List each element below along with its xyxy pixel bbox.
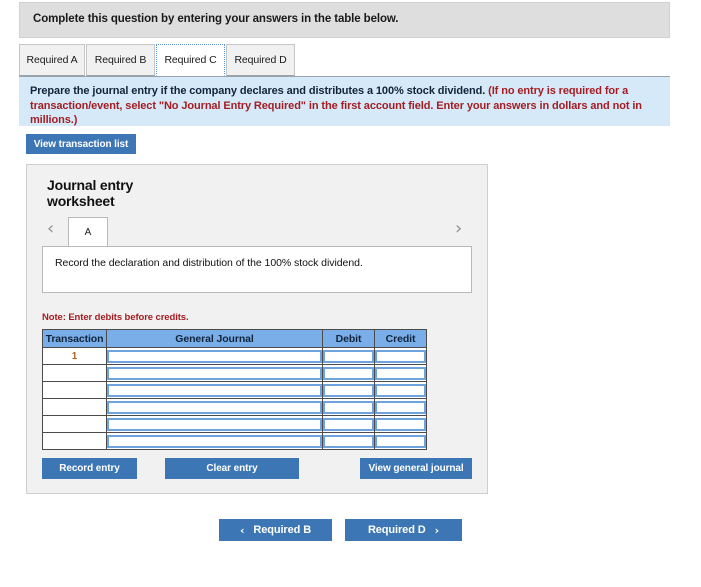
- general-journal-input[interactable]: [107, 435, 322, 448]
- previous-required-button[interactable]: ‹ Required B: [219, 519, 332, 541]
- cell-transaction-number: [42, 381, 107, 399]
- record-entry-button[interactable]: Record entry: [42, 458, 137, 479]
- cell-general-journal: [106, 381, 323, 399]
- credit-input[interactable]: [375, 401, 426, 414]
- instruction-text: Prepare the journal entry if the company…: [30, 84, 659, 128]
- cell-credit: [374, 398, 427, 416]
- tab-required-d[interactable]: Required D: [226, 44, 295, 76]
- table-header-row: Transaction General Journal Debit Credit: [42, 329, 427, 348]
- worksheet-title-line2: worksheet: [47, 193, 115, 209]
- chevron-left-icon[interactable]: ‹: [47, 220, 54, 238]
- instruction-main: Prepare the journal entry if the company…: [30, 85, 486, 97]
- clear-entry-button[interactable]: Clear entry: [165, 458, 299, 479]
- question-page: Complete this question by entering your …: [0, 0, 701, 587]
- chevron-right-icon[interactable]: ›: [455, 220, 462, 238]
- question-banner: Complete this question by entering your …: [19, 2, 670, 38]
- cell-debit: [322, 364, 375, 382]
- banner-text: Complete this question by entering your …: [33, 13, 399, 25]
- debit-input[interactable]: [323, 435, 374, 448]
- cell-debit: [322, 398, 375, 416]
- credit-input[interactable]: [375, 435, 426, 448]
- cell-debit: [322, 381, 375, 399]
- tab-required-c[interactable]: Required C: [156, 44, 225, 76]
- chevron-left-icon: ‹: [239, 523, 245, 537]
- general-journal-input[interactable]: [107, 418, 322, 431]
- cell-credit: [374, 415, 427, 433]
- debit-input[interactable]: [323, 367, 374, 380]
- credit-input[interactable]: [375, 367, 426, 380]
- credit-input[interactable]: [375, 350, 426, 363]
- debit-input[interactable]: [323, 418, 374, 431]
- general-journal-input[interactable]: [107, 367, 322, 380]
- general-journal-input[interactable]: [107, 384, 322, 397]
- credit-input[interactable]: [375, 418, 426, 431]
- general-journal-input[interactable]: [107, 401, 322, 414]
- column-header-debit: Debit: [322, 329, 375, 348]
- cell-transaction-number: [42, 415, 107, 433]
- tab-required-b[interactable]: Required B: [86, 44, 155, 76]
- cell-credit: [374, 347, 427, 365]
- journal-entry-table-body: 1: [42, 347, 427, 450]
- worksheet-title-line1: Journal entry: [47, 177, 134, 193]
- entry-tab-a[interactable]: A: [68, 217, 108, 246]
- journal-entry-table: Transaction General Journal Debit Credit…: [42, 329, 427, 450]
- cell-debit: [322, 415, 375, 433]
- cell-credit: [374, 381, 427, 399]
- credit-input[interactable]: [375, 384, 426, 397]
- table-row: [42, 364, 427, 382]
- cell-general-journal: [106, 347, 323, 365]
- table-row: [42, 398, 427, 416]
- debit-input[interactable]: [323, 401, 374, 414]
- cell-transaction-number: [42, 398, 107, 416]
- cell-transaction-number: 1: [42, 347, 107, 365]
- debits-before-credits-note: Note: Enter debits before credits.: [42, 312, 189, 323]
- column-header-general-journal: General Journal: [106, 329, 323, 348]
- table-row: 1: [42, 347, 427, 365]
- column-header-transaction: Transaction: [42, 329, 107, 348]
- journal-entry-worksheet-panel: Journal entry worksheet ‹ A › Record the…: [26, 164, 488, 494]
- cell-general-journal: [106, 415, 323, 433]
- worksheet-title: Journal entry worksheet: [47, 177, 217, 209]
- chevron-right-icon: ›: [434, 523, 440, 537]
- view-transaction-list-button[interactable]: View transaction list: [26, 134, 136, 154]
- view-general-journal-button[interactable]: View general journal: [360, 458, 472, 479]
- next-required-button[interactable]: Required D ›: [345, 519, 462, 541]
- table-row: [42, 432, 427, 450]
- instruction-panel: Prepare the journal entry if the company…: [19, 77, 670, 126]
- cell-general-journal: [106, 398, 323, 416]
- table-row: [42, 381, 427, 399]
- cell-transaction-number: [42, 364, 107, 382]
- cell-transaction-number: [42, 432, 107, 450]
- entry-navigation: ‹ A ›: [27, 217, 489, 247]
- table-row: [42, 415, 427, 433]
- cell-general-journal: [106, 432, 323, 450]
- previous-required-label: Required B: [253, 524, 312, 536]
- cell-debit: [322, 347, 375, 365]
- general-journal-input[interactable]: [107, 350, 322, 363]
- required-tabs: Required A Required B Required C Require…: [19, 44, 670, 77]
- debit-input[interactable]: [323, 384, 374, 397]
- cell-general-journal: [106, 364, 323, 382]
- tab-required-a[interactable]: Required A: [19, 44, 85, 76]
- cell-credit: [374, 364, 427, 382]
- column-header-credit: Credit: [374, 329, 427, 348]
- cell-debit: [322, 432, 375, 450]
- debit-input[interactable]: [323, 350, 374, 363]
- cell-credit: [374, 432, 427, 450]
- next-required-label: Required D: [367, 524, 426, 536]
- entry-description: Record the declaration and distribution …: [42, 246, 472, 293]
